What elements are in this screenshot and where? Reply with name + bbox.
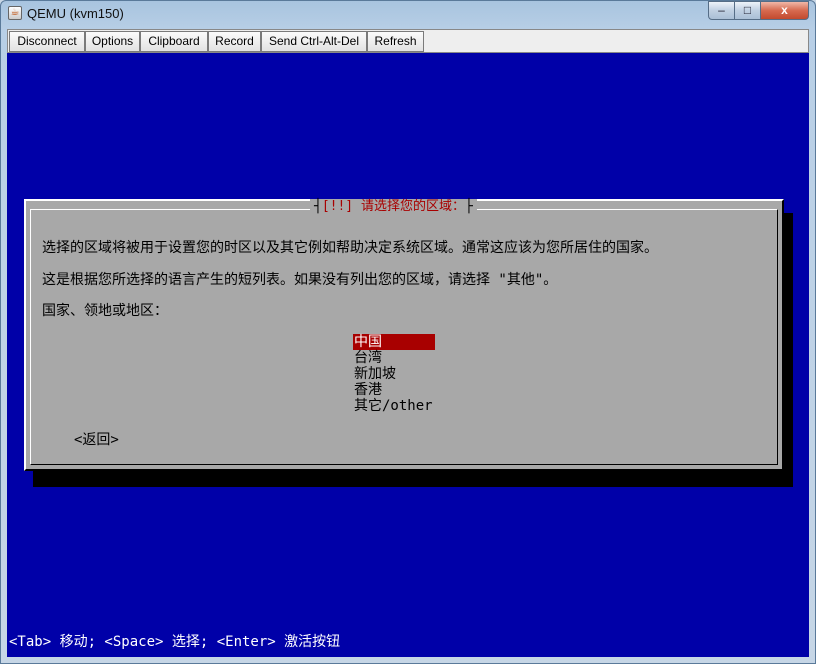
vm-console[interactable]: ┤[!!] 请选择您的区域：├ 选择的区域将被用于设置您的时区以及其它例如帮助决… — [7, 53, 809, 657]
clipboard-button[interactable]: Clipboard — [140, 31, 208, 52]
status-bar: <Tab> 移动; <Space> 选择; <Enter> 激活按钮 — [9, 634, 341, 650]
options-button[interactable]: Options — [85, 31, 140, 52]
list-item-other[interactable]: 其它/other — [353, 398, 435, 414]
dialog-title-text: [!!] 请选择您的区域： — [321, 199, 465, 214]
region-dialog: ┤[!!] 请选择您的区域：├ 选择的区域将被用于设置您的时区以及其它例如帮助决… — [24, 199, 784, 471]
country-prompt: 国家、领地或地区： — [42, 303, 168, 319]
close-button[interactable]: x — [760, 1, 809, 20]
back-button[interactable]: <返回> — [74, 429, 119, 449]
description-line-2: 这是根据您所选择的语言产生的短列表。如果没有列出您的区域，请选择 "其他"。 — [42, 272, 558, 288]
dialog-title: ┤[!!] 请选择您的区域：├ — [310, 199, 477, 215]
list-item-china[interactable]: 中国 — [353, 334, 435, 350]
window-title: QEMU (kvm150) — [27, 6, 124, 21]
java-app-icon: ☕ — [8, 6, 22, 20]
list-item-taiwan[interactable]: 台湾 — [353, 350, 435, 366]
send-ctrl-alt-del-button[interactable]: Send Ctrl-Alt-Del — [261, 31, 367, 52]
refresh-button[interactable]: Refresh — [367, 31, 424, 52]
list-item-singapore[interactable]: 新加坡 — [353, 366, 435, 382]
maximize-button[interactable]: □ — [734, 1, 761, 20]
qemu-window: ☕ QEMU (kvm150) – □ x Disconnect Options… — [0, 0, 816, 664]
vnc-toolbar: Disconnect Options Clipboard Record Send… — [7, 29, 809, 53]
description-line-1: 选择的区域将被用于设置您的时区以及其它例如帮助决定系统区域。通常这应该为您所居住… — [42, 240, 658, 256]
record-button[interactable]: Record — [208, 31, 261, 52]
list-item-hongkong[interactable]: 香港 — [353, 382, 435, 398]
title-bar: ☕ QEMU (kvm150) – □ x — [1, 1, 815, 27]
disconnect-button[interactable]: Disconnect — [9, 31, 85, 52]
country-list[interactable]: 中国 台湾 新加坡 香港 其它/other — [353, 334, 435, 414]
minimize-button[interactable]: – — [708, 1, 735, 20]
